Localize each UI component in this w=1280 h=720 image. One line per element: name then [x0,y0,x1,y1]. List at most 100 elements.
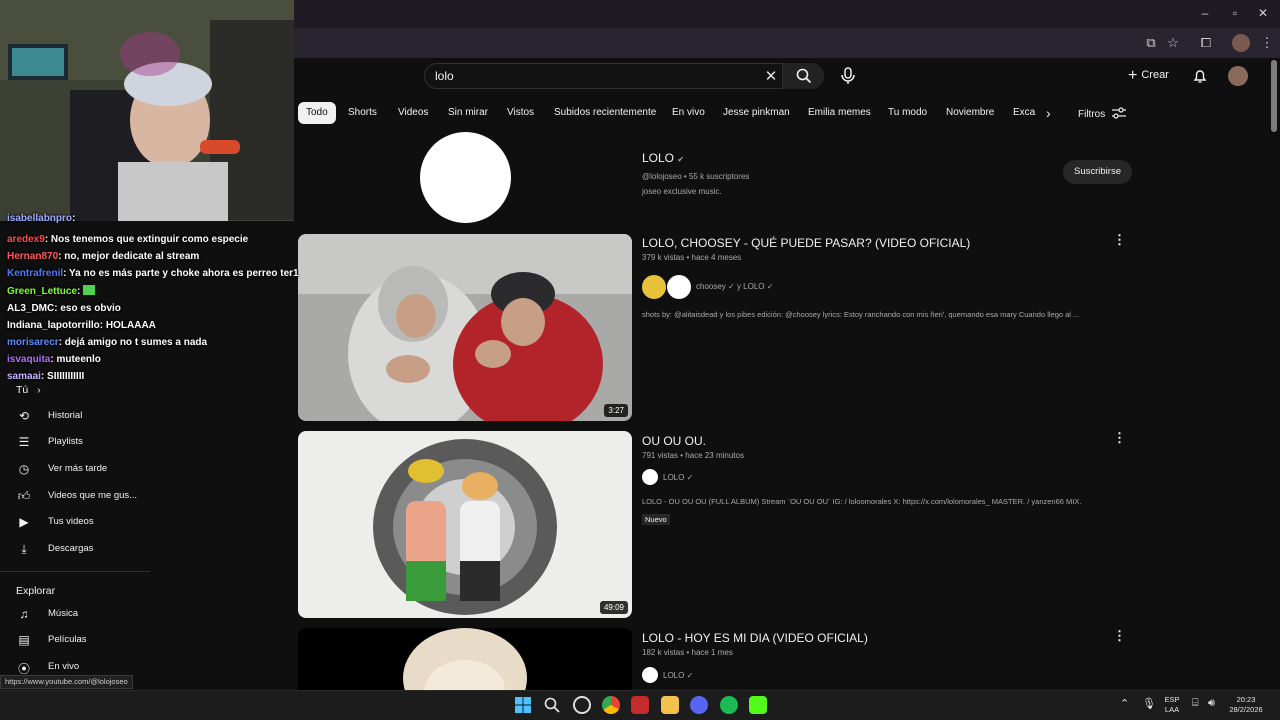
taskbar-search-icon[interactable] [544,697,560,713]
minimize-icon[interactable]: – [1196,6,1214,20]
chip-subidos-recientemente[interactable]: Subidos recientemente [554,102,656,124]
filters-button[interactable]: Filtros [1078,107,1127,120]
chrome-icon[interactable] [602,696,620,714]
tray-clock[interactable]: 20:23 28/2/2026 [1228,695,1264,715]
chip-exca[interactable]: Exca [1013,102,1035,124]
sidebar-item-historial[interactable]: ⟲ Historial [16,408,276,426]
chip-sin-mirar[interactable]: Sin mirar [448,102,488,124]
sidebar-item-peliculas[interactable]: ▤ Películas [16,632,276,650]
chip-noviembre[interactable]: Noviembre [946,102,994,124]
more-actions-icon[interactable]: ⋮ [1113,628,1126,644]
close-icon[interactable]: ✕ [1254,6,1272,20]
video-channel[interactable]: choosey ✓ y LOLO ✓ [696,282,773,291]
browser-menu-icon[interactable]: ⋮ [1258,34,1276,52]
chat-message: Green_Lettuce: [7,285,96,297]
chip-emilia-memes[interactable]: Emilia memes [808,102,871,124]
create-button[interactable]: + Crear [1128,67,1169,85]
video-thumbnail[interactable]: 49:09 [298,431,632,618]
live-icon: ⦿ [17,662,30,676]
chat-text: : [72,213,76,224]
video-title[interactable]: OU OU OU. [642,434,706,448]
tray-chevron-icon[interactable]: ⌃ [1120,697,1129,710]
video-channel[interactable]: LOLO ✓ [663,671,693,680]
browser-profile-icon[interactable] [1232,34,1250,52]
chip-tu-modo[interactable]: Tu modo [888,102,927,124]
subscribe-button[interactable]: Suscribirse [1063,160,1132,184]
chat-message: isvaquita: muteenlo [7,354,101,365]
video-thumbnail[interactable] [298,628,632,690]
chat-message: Indiana_lapotorrillo: HOLAAAA [7,320,156,331]
sidebar-item-musica[interactable]: ♫ Música [16,606,276,624]
plus-icon: + [1128,67,1138,84]
channel-avatar[interactable] [420,132,511,223]
chip-todo[interactable]: Todo [298,102,336,124]
extensions-icon[interactable]: ⧠ [1197,34,1215,52]
status-bar-url: https://www.youtube.com/@lolojoseo [0,675,133,689]
spotify-icon[interactable] [720,696,738,714]
chip-en-vivo[interactable]: En vivo [672,102,705,124]
more-actions-icon[interactable]: ⋮ [1113,232,1126,248]
obs-icon[interactable] [573,696,591,714]
search-input[interactable]: lolo ✕ [424,63,824,89]
chips-next-icon[interactable]: › [1046,105,1051,121]
sidebar-item-label: En vivo [48,661,80,672]
chip-shorts[interactable]: Shorts [348,102,377,124]
channel-name[interactable]: LOLO ✔ [642,151,684,165]
sidebar-item-label: Música [48,608,79,619]
channel-description: joseo exclusive music. [642,187,722,196]
kick-icon[interactable] [749,696,767,714]
chevron-right-icon: › [37,385,41,396]
chat-user: Green_Lettuce [7,286,78,297]
install-app-icon[interactable]: ⧉ [1142,34,1160,52]
watch-later-icon: ◷ [18,462,30,476]
webcam-overlay [0,0,294,221]
volume-icon[interactable]: 🔊︎ [1208,697,1215,710]
windows-start-icon[interactable] [515,697,531,713]
chat-text: : HOLAAAA [99,320,156,331]
notifications-bell-icon[interactable] [1192,68,1208,84]
search-button[interactable] [782,63,824,89]
bookmark-star-icon[interactable]: ☆ [1164,34,1182,52]
account-avatar[interactable] [1228,66,1248,86]
chip-vistos[interactable]: Vistos [507,102,534,124]
thumbnail-image [298,234,632,421]
sidebar-divider [0,571,150,572]
sidebar-item-playlists[interactable]: ☰ Playlists [16,434,276,452]
tray-language[interactable]: ESP LAA [1160,695,1184,715]
tray-mic-icon[interactable]: 🎙︎ [1142,697,1156,710]
chip-jesse-pinkman[interactable]: Jesse pinkman [723,102,790,124]
network-icon[interactable]: ⌸ [1192,697,1199,710]
video-title[interactable]: LOLO, CHOOSEY - QUÉ PUEDE PASAR? (VIDEO … [642,236,970,250]
discord-icon[interactable] [690,696,708,714]
sidebar-item-label: Ver más tarde [48,463,108,474]
chat-user: Indiana_lapotorrillo [7,320,100,331]
file-explorer-icon[interactable] [661,696,679,714]
clear-search-icon[interactable]: ✕ [763,67,779,85]
video-thumbnail[interactable]: 3:27 [298,234,632,421]
sidebar-you-heading[interactable]: Tú › [16,384,41,396]
channel-avatar-small[interactable] [642,469,658,485]
tray-date: 28/2/2026 [1229,705,1263,714]
more-actions-icon[interactable]: ⋮ [1113,430,1126,446]
channel-avatar-small[interactable] [667,275,691,299]
channel-avatar-small[interactable] [642,275,666,299]
chat-message: Kentrafrenil: Ya no es más parte y choke… [7,268,299,279]
video-channel[interactable]: LOLO ✓ [663,473,693,482]
video-title[interactable]: LOLO - HOY ES MI DIA (VIDEO OFICIAL) [642,631,868,645]
sidebar-item-label: Películas [48,634,87,645]
tray-language-top: ESP [1164,695,1180,704]
chat-message: morisarecr: dejá amigo no t sumes a nada [7,337,207,348]
microphone-icon[interactable] [838,66,858,86]
chip-videos[interactable]: Videos [398,102,428,124]
page-scrollbar[interactable] [1271,60,1277,132]
channel-avatar-small[interactable] [642,667,658,683]
sidebar-item-ver-mas-tarde[interactable]: ◷ Ver más tarde [16,461,276,479]
sidebar-item-tus-videos[interactable]: ▶ Tus videos [16,514,276,532]
maximize-icon[interactable]: ▫ [1226,6,1244,20]
download-icon: ⤓ [21,542,27,556]
streamer-app-icon[interactable] [631,696,649,714]
sidebar-item-videos-que-me-gustan[interactable]: 👍︎ Videos que me gus... [16,488,276,506]
thumbnail-image [298,431,632,618]
movies-icon: ▤ [18,633,30,647]
sidebar-item-descargas[interactable]: ⤓ Descargas [16,541,276,559]
